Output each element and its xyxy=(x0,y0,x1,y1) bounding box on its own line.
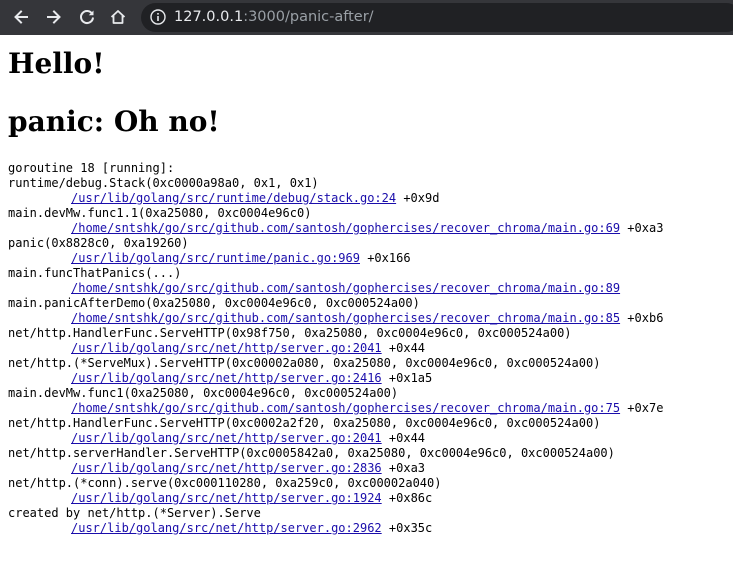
frame-offset: +0x1a5 xyxy=(381,371,433,385)
source-file-link[interactable]: /usr/lib/golang/src/net/http/server.go:2… xyxy=(71,371,382,385)
frame-function: panic(0x8828c0, 0xa19260) xyxy=(8,236,189,250)
forward-button[interactable] xyxy=(41,4,67,30)
info-icon[interactable] xyxy=(150,9,166,25)
back-arrow-icon xyxy=(14,10,28,24)
page-content: Hello! panic: Oh no! goroutine 18 [runni… xyxy=(0,35,733,575)
stack-frames: runtime/debug.Stack(0xc0000a98a0, 0x1, 0… xyxy=(8,176,663,536)
source-file-link[interactable]: /usr/lib/golang/src/runtime/debug/stack.… xyxy=(71,191,396,205)
frame-location: /usr/lib/golang/src/runtime/panic.go:969… xyxy=(8,251,663,266)
frame-location: /home/sntshk/go/src/github.com/santosh/g… xyxy=(8,221,663,236)
stack-trace: goroutine 18 [running]: runtime/debug.Sta… xyxy=(8,161,663,536)
source-file-link[interactable]: /home/sntshk/go/src/github.com/santosh/g… xyxy=(71,221,620,235)
source-file-link[interactable]: /usr/lib/golang/src/runtime/panic.go:969 xyxy=(71,251,360,265)
frame-function: main.panicAfterDemo(0xa25080, 0xc0004e96… xyxy=(8,296,420,310)
frame-offset: +0xa3 xyxy=(381,461,426,475)
goroutine-header: goroutine 18 [running]: xyxy=(8,161,175,175)
back-button[interactable] xyxy=(8,4,34,30)
frame-location: /usr/lib/golang/src/net/http/server.go:2… xyxy=(8,341,663,356)
source-file-link[interactable]: /home/sntshk/go/src/github.com/santosh/g… xyxy=(71,311,620,325)
frame-offset: +0x44 xyxy=(381,341,426,355)
frame-function: main.funcThatPanics(...) xyxy=(8,266,182,280)
frame-location: /home/sntshk/go/src/github.com/santosh/g… xyxy=(8,281,663,296)
frame-offset: +0xb6 xyxy=(620,311,664,325)
frame-location: /usr/lib/golang/src/net/http/server.go:2… xyxy=(8,431,663,446)
reload-icon xyxy=(80,10,94,24)
hello-heading: Hello! xyxy=(8,47,105,80)
frame-function: net/http.serverHandler.ServeHTTP(0xc0005… xyxy=(8,446,615,460)
frame-location: /usr/lib/golang/src/net/http/server.go:2… xyxy=(8,461,663,476)
source-file-link[interactable]: /usr/lib/golang/src/net/http/server.go:2… xyxy=(71,461,382,475)
source-file-link[interactable]: /home/sntshk/go/src/github.com/santosh/g… xyxy=(71,401,620,415)
frame-function: net/http.HandlerFunc.ServeHTTP(0x98f750,… xyxy=(8,326,572,340)
url-host: 127.0.0.1 xyxy=(174,9,244,25)
frame-function: net/http.HandlerFunc.ServeHTTP(0xc0002a2… xyxy=(8,416,601,430)
source-file-link[interactable]: /home/sntshk/go/src/github.com/santosh/g… xyxy=(71,281,620,295)
source-file-link[interactable]: /usr/lib/golang/src/net/http/server.go:2… xyxy=(71,521,382,535)
url-path: :3000/panic-after/ xyxy=(243,9,374,25)
frame-offset: +0x44 xyxy=(381,431,426,445)
frame-location: /home/sntshk/go/src/github.com/santosh/g… xyxy=(8,401,663,416)
reload-button[interactable] xyxy=(74,4,100,30)
frame-function: main.devMw.func1.1(0xa25080, 0xc0004e96c… xyxy=(8,206,312,220)
source-file-link[interactable]: /usr/lib/golang/src/net/http/server.go:2… xyxy=(71,341,382,355)
frame-offset: +0x9d xyxy=(396,191,440,205)
frame-offset: +0x7e xyxy=(620,401,664,415)
source-file-link[interactable]: /usr/lib/golang/src/net/http/server.go:1… xyxy=(71,491,382,505)
frame-location: /usr/lib/golang/src/net/http/server.go:2… xyxy=(8,521,663,536)
frame-function: runtime/debug.Stack(0xc0000a98a0, 0x1, 0… xyxy=(8,176,319,190)
frame-function: net/http.(*ServeMux).ServeHTTP(0xc00002a… xyxy=(8,356,601,370)
frame-function: main.devMw.func1(0xa25080, 0xc0004e96c0,… xyxy=(8,386,399,400)
frame-offset: +0x166 xyxy=(359,251,411,265)
frame-offset: +0xa3 xyxy=(620,221,664,235)
url-text[interactable]: 127.0.0.1:3000/panic-after/ xyxy=(174,7,374,27)
browser-toolbar: 127.0.0.1:3000/panic-after/ xyxy=(0,0,733,35)
home-button[interactable] xyxy=(105,4,131,30)
address-bar[interactable]: 127.0.0.1:3000/panic-after/ xyxy=(141,3,733,32)
frame-offset: +0x35c xyxy=(381,521,433,535)
frame-location: /usr/lib/golang/src/net/http/server.go:1… xyxy=(8,491,663,506)
frame-location: /usr/lib/golang/src/net/http/server.go:2… xyxy=(8,371,663,386)
frame-function: net/http.(*conn).serve(0xc000110280, 0xa… xyxy=(8,476,442,490)
panic-heading: panic: Oh no! xyxy=(8,105,220,138)
frame-offset: +0x86c xyxy=(381,491,433,505)
source-file-link[interactable]: /usr/lib/golang/src/net/http/server.go:2… xyxy=(71,431,382,445)
frame-location: /usr/lib/golang/src/runtime/debug/stack.… xyxy=(8,191,663,206)
forward-arrow-icon xyxy=(47,10,61,24)
home-icon xyxy=(110,10,126,24)
frame-location: /home/sntshk/go/src/github.com/santosh/g… xyxy=(8,311,663,326)
frame-function: created by net/http.(*Server).Serve xyxy=(8,506,261,520)
